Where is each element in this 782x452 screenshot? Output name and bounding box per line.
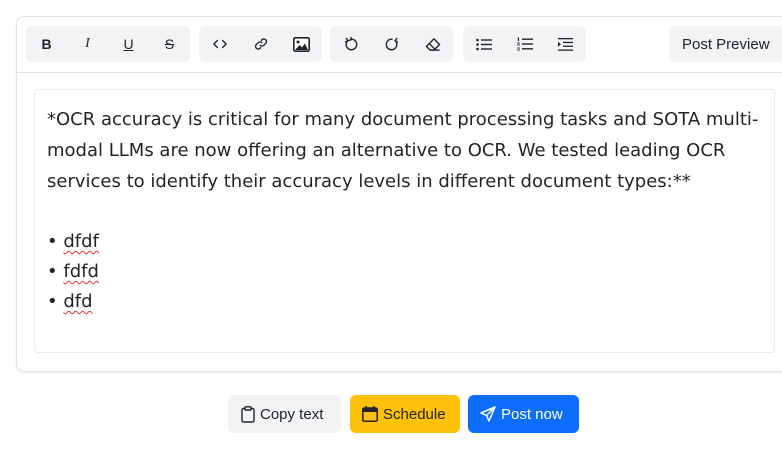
bullet-marker: •	[47, 231, 58, 252]
bullet-list-button[interactable]	[463, 26, 504, 62]
image-button[interactable]	[281, 26, 322, 62]
send-icon	[480, 406, 496, 422]
history-button-group	[330, 26, 453, 62]
bullet-list-icon	[475, 38, 492, 50]
post-now-button[interactable]: Post now	[468, 395, 579, 433]
redo-icon	[385, 37, 398, 50]
list-item: • dfd	[47, 287, 762, 317]
redo-button[interactable]	[371, 26, 412, 62]
underline-button[interactable]: U	[108, 26, 149, 62]
numbered-list-button[interactable]	[504, 26, 545, 62]
code-button[interactable]	[199, 26, 240, 62]
copy-text-button[interactable]: Copy text	[228, 395, 341, 433]
list-item-text: dfd	[63, 291, 93, 312]
indent-button[interactable]	[545, 26, 586, 62]
clear-format-button[interactable]	[412, 26, 453, 62]
copy-text-label: Copy text	[260, 405, 324, 423]
post-preview-button[interactable]: Post Preview	[669, 26, 782, 62]
editor-card: B I U S Post Preview *OCR accuracy is cr…	[16, 16, 782, 372]
post-now-label: Post now	[501, 405, 563, 423]
bullet-marker: •	[47, 261, 58, 282]
format-button-group: B I U S	[26, 26, 190, 62]
italic-button[interactable]: I	[67, 26, 108, 62]
list-button-group	[463, 26, 586, 62]
italic-icon: I	[85, 36, 90, 51]
bold-icon: B	[41, 36, 52, 52]
indent-icon	[558, 37, 573, 51]
code-icon	[212, 39, 227, 49]
numbered-list-icon	[516, 37, 533, 51]
bullet-list: • dfdf • fdfd • dfd	[47, 227, 762, 317]
post-preview-label: Post Preview	[682, 35, 770, 53]
bold-button[interactable]: B	[26, 26, 67, 62]
strikethrough-icon: S	[164, 36, 175, 52]
underline-icon: U	[123, 36, 134, 52]
bullet-marker: •	[47, 291, 58, 312]
list-item-text: fdfd	[63, 261, 99, 282]
editor-paragraph: *OCR accuracy is critical for many docum…	[47, 109, 759, 192]
schedule-label: Schedule	[383, 405, 446, 423]
link-button[interactable]	[240, 26, 281, 62]
calendar-icon	[362, 406, 378, 422]
toolbar-divider	[17, 72, 782, 73]
link-icon	[254, 38, 267, 50]
strikethrough-button[interactable]: S	[149, 26, 190, 62]
list-item-text: dfdf	[63, 231, 99, 252]
image-icon	[293, 36, 310, 52]
schedule-button[interactable]: Schedule	[350, 395, 460, 433]
undo-button[interactable]	[330, 26, 371, 62]
clipboard-icon	[241, 405, 255, 423]
insert-button-group	[199, 26, 322, 62]
list-item: • dfdf	[47, 227, 762, 257]
list-item: • fdfd	[47, 257, 762, 287]
eraser-icon	[425, 37, 440, 51]
post-editor[interactable]: *OCR accuracy is critical for many docum…	[34, 89, 775, 353]
undo-icon	[344, 36, 357, 50]
